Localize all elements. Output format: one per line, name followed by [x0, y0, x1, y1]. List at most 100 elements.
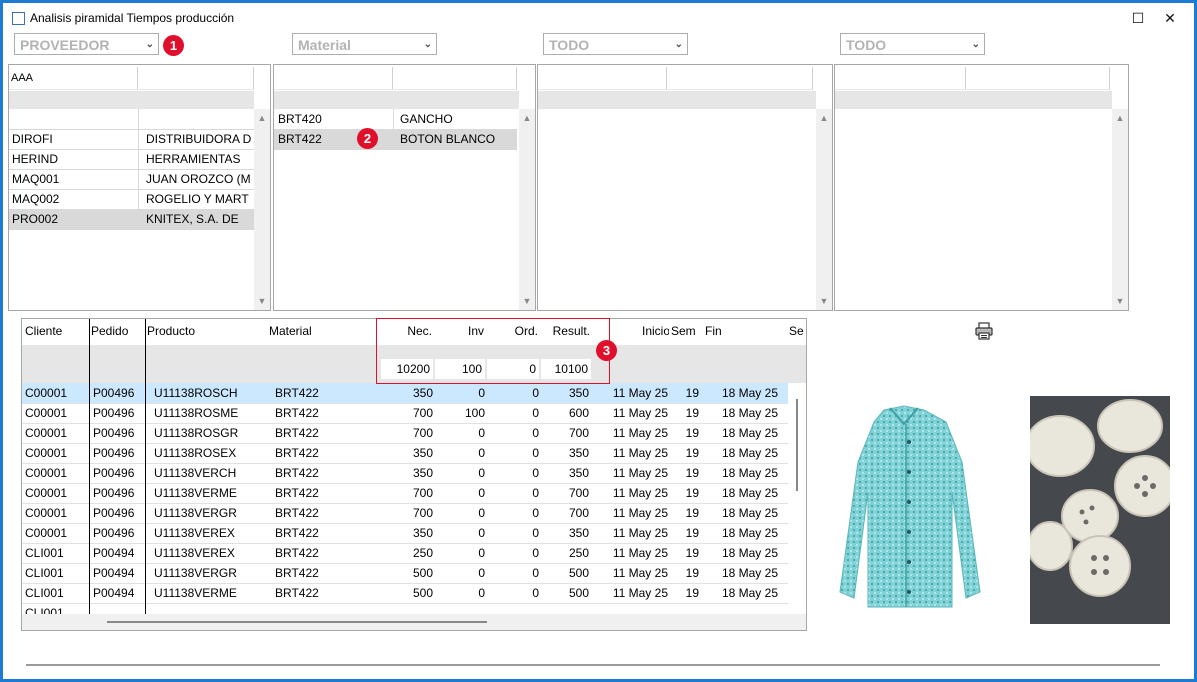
column-header-cliente[interactable]: Cliente [25, 324, 62, 338]
grid-vertical-scrollbar[interactable] [788, 383, 806, 630]
column-header-inicio[interactable]: Inicio [642, 324, 669, 338]
column-header-pedido[interactable]: Pedido [91, 324, 128, 338]
scroll-up-icon[interactable]: ▲ [519, 111, 535, 125]
material-filter-select[interactable]: Material ⌄ [292, 33, 437, 55]
cell-ord: 0 [532, 586, 539, 600]
scroll-down-icon[interactable]: ▼ [254, 294, 270, 308]
column-header-sem[interactable]: Sem [671, 324, 696, 338]
cell-pedido: P00496 [93, 446, 135, 460]
material-name: GANCHO [400, 112, 453, 126]
scroll-up-icon[interactable]: ▲ [254, 111, 270, 125]
list-item[interactable]: MAQ002 ROGELIO Y MART [9, 189, 254, 210]
table-row[interactable]: C00001 P00496 U11138ROSGR BRT422 700 0 0 700 11 … [22, 423, 788, 444]
cell-pedido: P00496 [93, 506, 135, 520]
bottom-divider [26, 664, 1160, 666]
maximize-icon[interactable]: ☐ [1128, 10, 1148, 26]
list-item[interactable]: DIROFI DISTRIBUIDORA D [9, 129, 254, 150]
scroll-down-icon[interactable]: ▼ [519, 294, 535, 308]
proveedor-filter-value: PROVEEDOR [20, 37, 110, 53]
cell-material: BRT422 [275, 526, 319, 540]
cell-material: BRT422 [275, 506, 319, 520]
panel-4-name-search[interactable] [967, 67, 1110, 90]
panel-4-scrollbar[interactable]: ▲ ▼ [1112, 109, 1128, 310]
scroll-down-icon[interactable]: ▼ [1112, 294, 1128, 308]
scroll-thumb[interactable] [796, 399, 798, 491]
proveedor-code-search[interactable]: AAA [9, 67, 138, 90]
proveedor-name: ROGELIO Y MART [146, 192, 249, 206]
scroll-down-icon[interactable]: ▼ [816, 294, 832, 308]
table-row[interactable]: C00001 P00496 U11138ROSCH BRT422 350 0 0 350 11 … [22, 383, 788, 404]
cell-producto: U11138ROSME [154, 406, 239, 420]
close-icon[interactable]: ✕ [1160, 10, 1180, 26]
cell-ord: 0 [532, 466, 539, 480]
chevron-down-icon: ⌄ [971, 39, 980, 50]
panel-3-header-band [538, 91, 816, 109]
scroll-up-icon[interactable]: ▲ [1112, 111, 1128, 125]
list-item[interactable] [9, 109, 254, 130]
proveedor-code: MAQ001 [12, 172, 60, 186]
cell-inv: 0 [478, 506, 485, 520]
cell-result: 700 [568, 426, 589, 440]
proveedor-filter-select[interactable]: PROVEEDOR ⌄ [14, 33, 159, 55]
scroll-up-icon[interactable]: ▲ [816, 111, 832, 125]
column-header-se[interactable]: Se [789, 324, 806, 338]
table-row[interactable]: C00001 P00496 U11138ROSME BRT422 700 100 0 600 1… [22, 403, 788, 424]
table-row[interactable]: C00001 P00496 U11138ROSEX BRT422 350 0 0 350 11 … [22, 443, 788, 464]
column-header-producto[interactable]: Producto [147, 324, 195, 338]
cell-inicio: 11 May 25 [612, 486, 668, 500]
callout-badge-1: 1 [163, 35, 184, 56]
table-row[interactable]: CLI001 P00494 U11138VERME BRT422 500 0 0 500 11 … [22, 583, 788, 604]
cell-cliente: CLI001 [25, 546, 64, 560]
proveedor-code: PRO002 [12, 212, 59, 226]
scroll-thumb[interactable] [107, 621, 487, 623]
cell-inv: 100 [464, 406, 485, 420]
table-row[interactable]: C00001 P00496 U11138VERGR BRT422 700 0 0 700 11 … [22, 503, 788, 524]
panel-3-code-search[interactable] [538, 67, 667, 90]
list-panel-3: ▲ ▼ [537, 64, 833, 311]
cell-nec: 500 [412, 566, 433, 580]
list-item[interactable]: BRT420 GANCHO [274, 109, 517, 130]
proveedor-name-search[interactable] [139, 67, 254, 90]
grid-horizontal-scrollbar[interactable] [22, 614, 806, 630]
panel-4-code-search[interactable] [835, 67, 966, 90]
frozen-column-divider [89, 319, 90, 630]
cell-ord: 0 [532, 446, 539, 460]
list-item[interactable]: HERIND HERRAMIENTAS [9, 149, 254, 170]
table-row[interactable]: C00001 P00496 U11138VEREX BRT422 350 0 0 350 11 … [22, 523, 788, 544]
cell-inv: 0 [478, 586, 485, 600]
material-name-search[interactable] [394, 67, 517, 90]
table-row[interactable]: C00001 P00496 U11138VERME BRT422 700 0 0 700 11 … [22, 483, 788, 504]
cell-pedido: P00496 [93, 486, 135, 500]
material-code-search[interactable] [274, 67, 393, 90]
printer-icon[interactable] [974, 321, 994, 341]
panel-3-name-search[interactable] [668, 67, 813, 90]
filter-3-select[interactable]: TODO ⌄ [543, 33, 688, 55]
cell-nec: 700 [412, 506, 433, 520]
list-item-selected[interactable]: BRT422 BOTON BLANCO [274, 129, 517, 150]
cell-result: 700 [568, 486, 589, 500]
filter-4-select[interactable]: TODO ⌄ [840, 33, 985, 55]
list-item[interactable]: MAQ001 JUAN OROZCO (M [9, 169, 254, 190]
cell-nec: 350 [412, 386, 433, 400]
cell-producto: U11138VERME [154, 586, 237, 600]
proveedor-name: KNITEX, S.A. DE [146, 212, 239, 226]
table-row[interactable]: CLI001 P00494 U11138VERGR BRT422 500 0 0 500 11 … [22, 563, 788, 584]
table-row[interactable]: CLI001 P00494 U11138VEREX BRT422 250 0 0 250 11 … [22, 543, 788, 564]
panel-4-search-row [835, 65, 1112, 91]
table-row[interactable]: C00001 P00496 U11138VERCH BRT422 350 0 0 350 11 … [22, 463, 788, 484]
column-header-material[interactable]: Material [269, 324, 312, 338]
cell-pedido: P00496 [93, 526, 135, 540]
cell-nec: 500 [412, 586, 433, 600]
panel-3-scrollbar[interactable]: ▲ ▼ [816, 109, 832, 310]
column-header-fin[interactable]: Fin [705, 324, 722, 338]
cell-sem: 19 [685, 586, 699, 600]
proveedor-search-row: AAA [9, 65, 254, 91]
list-item-selected[interactable]: PRO002 KNITEX, S.A. DE [9, 209, 254, 230]
proveedor-scrollbar[interactable]: ▲ ▼ [254, 109, 270, 310]
shirt-product-image [834, 402, 984, 620]
proveedor-code: DIROFI [12, 132, 53, 146]
cell-pedido: P00496 [93, 386, 135, 400]
material-scrollbar[interactable]: ▲ ▼ [519, 109, 535, 310]
cell-sem: 19 [685, 386, 699, 400]
cell-inv: 0 [478, 446, 485, 460]
